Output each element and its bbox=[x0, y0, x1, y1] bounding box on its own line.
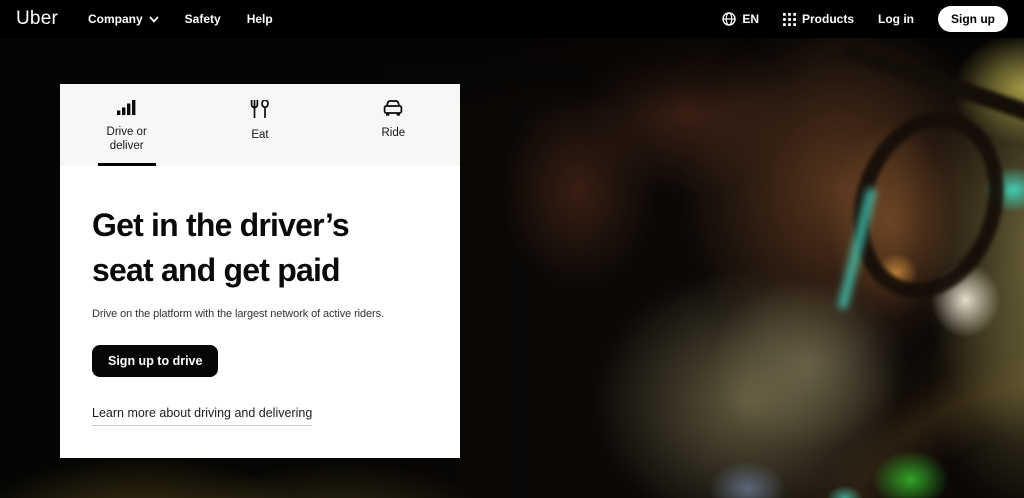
nav-company[interactable]: Company bbox=[88, 12, 159, 26]
login-link[interactable]: Log in bbox=[878, 12, 914, 26]
glasses-rim-decor bbox=[830, 92, 1024, 318]
tab-eat[interactable]: Eat bbox=[193, 84, 326, 166]
tab-ride[interactable]: Ride bbox=[327, 84, 460, 166]
hero-heading: Get in the driver’s seat and get paid bbox=[92, 203, 428, 293]
signup-to-drive-button[interactable]: Sign up to drive bbox=[92, 345, 218, 378]
hero-subheading: Drive on the platform with the largest n… bbox=[92, 308, 428, 320]
active-tab-underline bbox=[98, 163, 156, 166]
hero-section: Drive or deliver Eat Ride bbox=[0, 38, 1024, 498]
hero-card: Drive or deliver Eat Ride bbox=[60, 84, 460, 458]
hero-card-body: Get in the driver’s seat and get paid Dr… bbox=[60, 166, 460, 426]
nav-products[interactable]: Products bbox=[783, 12, 854, 26]
signup-button[interactable]: Sign up bbox=[938, 6, 1008, 32]
chevron-down-icon bbox=[149, 16, 159, 23]
language-selector[interactable]: EN bbox=[722, 12, 759, 26]
bar-chart-icon bbox=[117, 100, 136, 115]
hero-heading-line2: seat and get paid bbox=[92, 248, 428, 293]
tab-label: Drive or deliver bbox=[95, 125, 159, 154]
tab-label: Eat bbox=[251, 128, 268, 142]
hero-heading-line1: Get in the driver’s bbox=[92, 203, 428, 248]
top-nav: Uber Company Safety Help EN Products Log… bbox=[0, 0, 1024, 38]
tab-bar: Drive or deliver Eat Ride bbox=[60, 84, 460, 166]
uber-logo[interactable]: Uber bbox=[16, 8, 58, 30]
nav-safety[interactable]: Safety bbox=[185, 12, 221, 26]
globe-icon bbox=[722, 12, 736, 26]
nav-right-group: EN Products Log in Sign up bbox=[722, 6, 1008, 32]
nav-products-label: Products bbox=[802, 12, 854, 26]
nav-left-group: Uber Company Safety Help bbox=[16, 8, 273, 30]
nav-help[interactable]: Help bbox=[247, 12, 273, 26]
tab-drive-or-deliver[interactable]: Drive or deliver bbox=[60, 84, 193, 166]
utensils-icon bbox=[250, 100, 270, 118]
language-label: EN bbox=[742, 12, 759, 26]
nav-company-label: Company bbox=[88, 12, 143, 26]
grid-icon bbox=[783, 13, 796, 26]
tab-label: Ride bbox=[381, 126, 405, 140]
learn-more-link[interactable]: Learn more about driving and delivering bbox=[92, 406, 312, 426]
car-icon bbox=[383, 100, 403, 116]
